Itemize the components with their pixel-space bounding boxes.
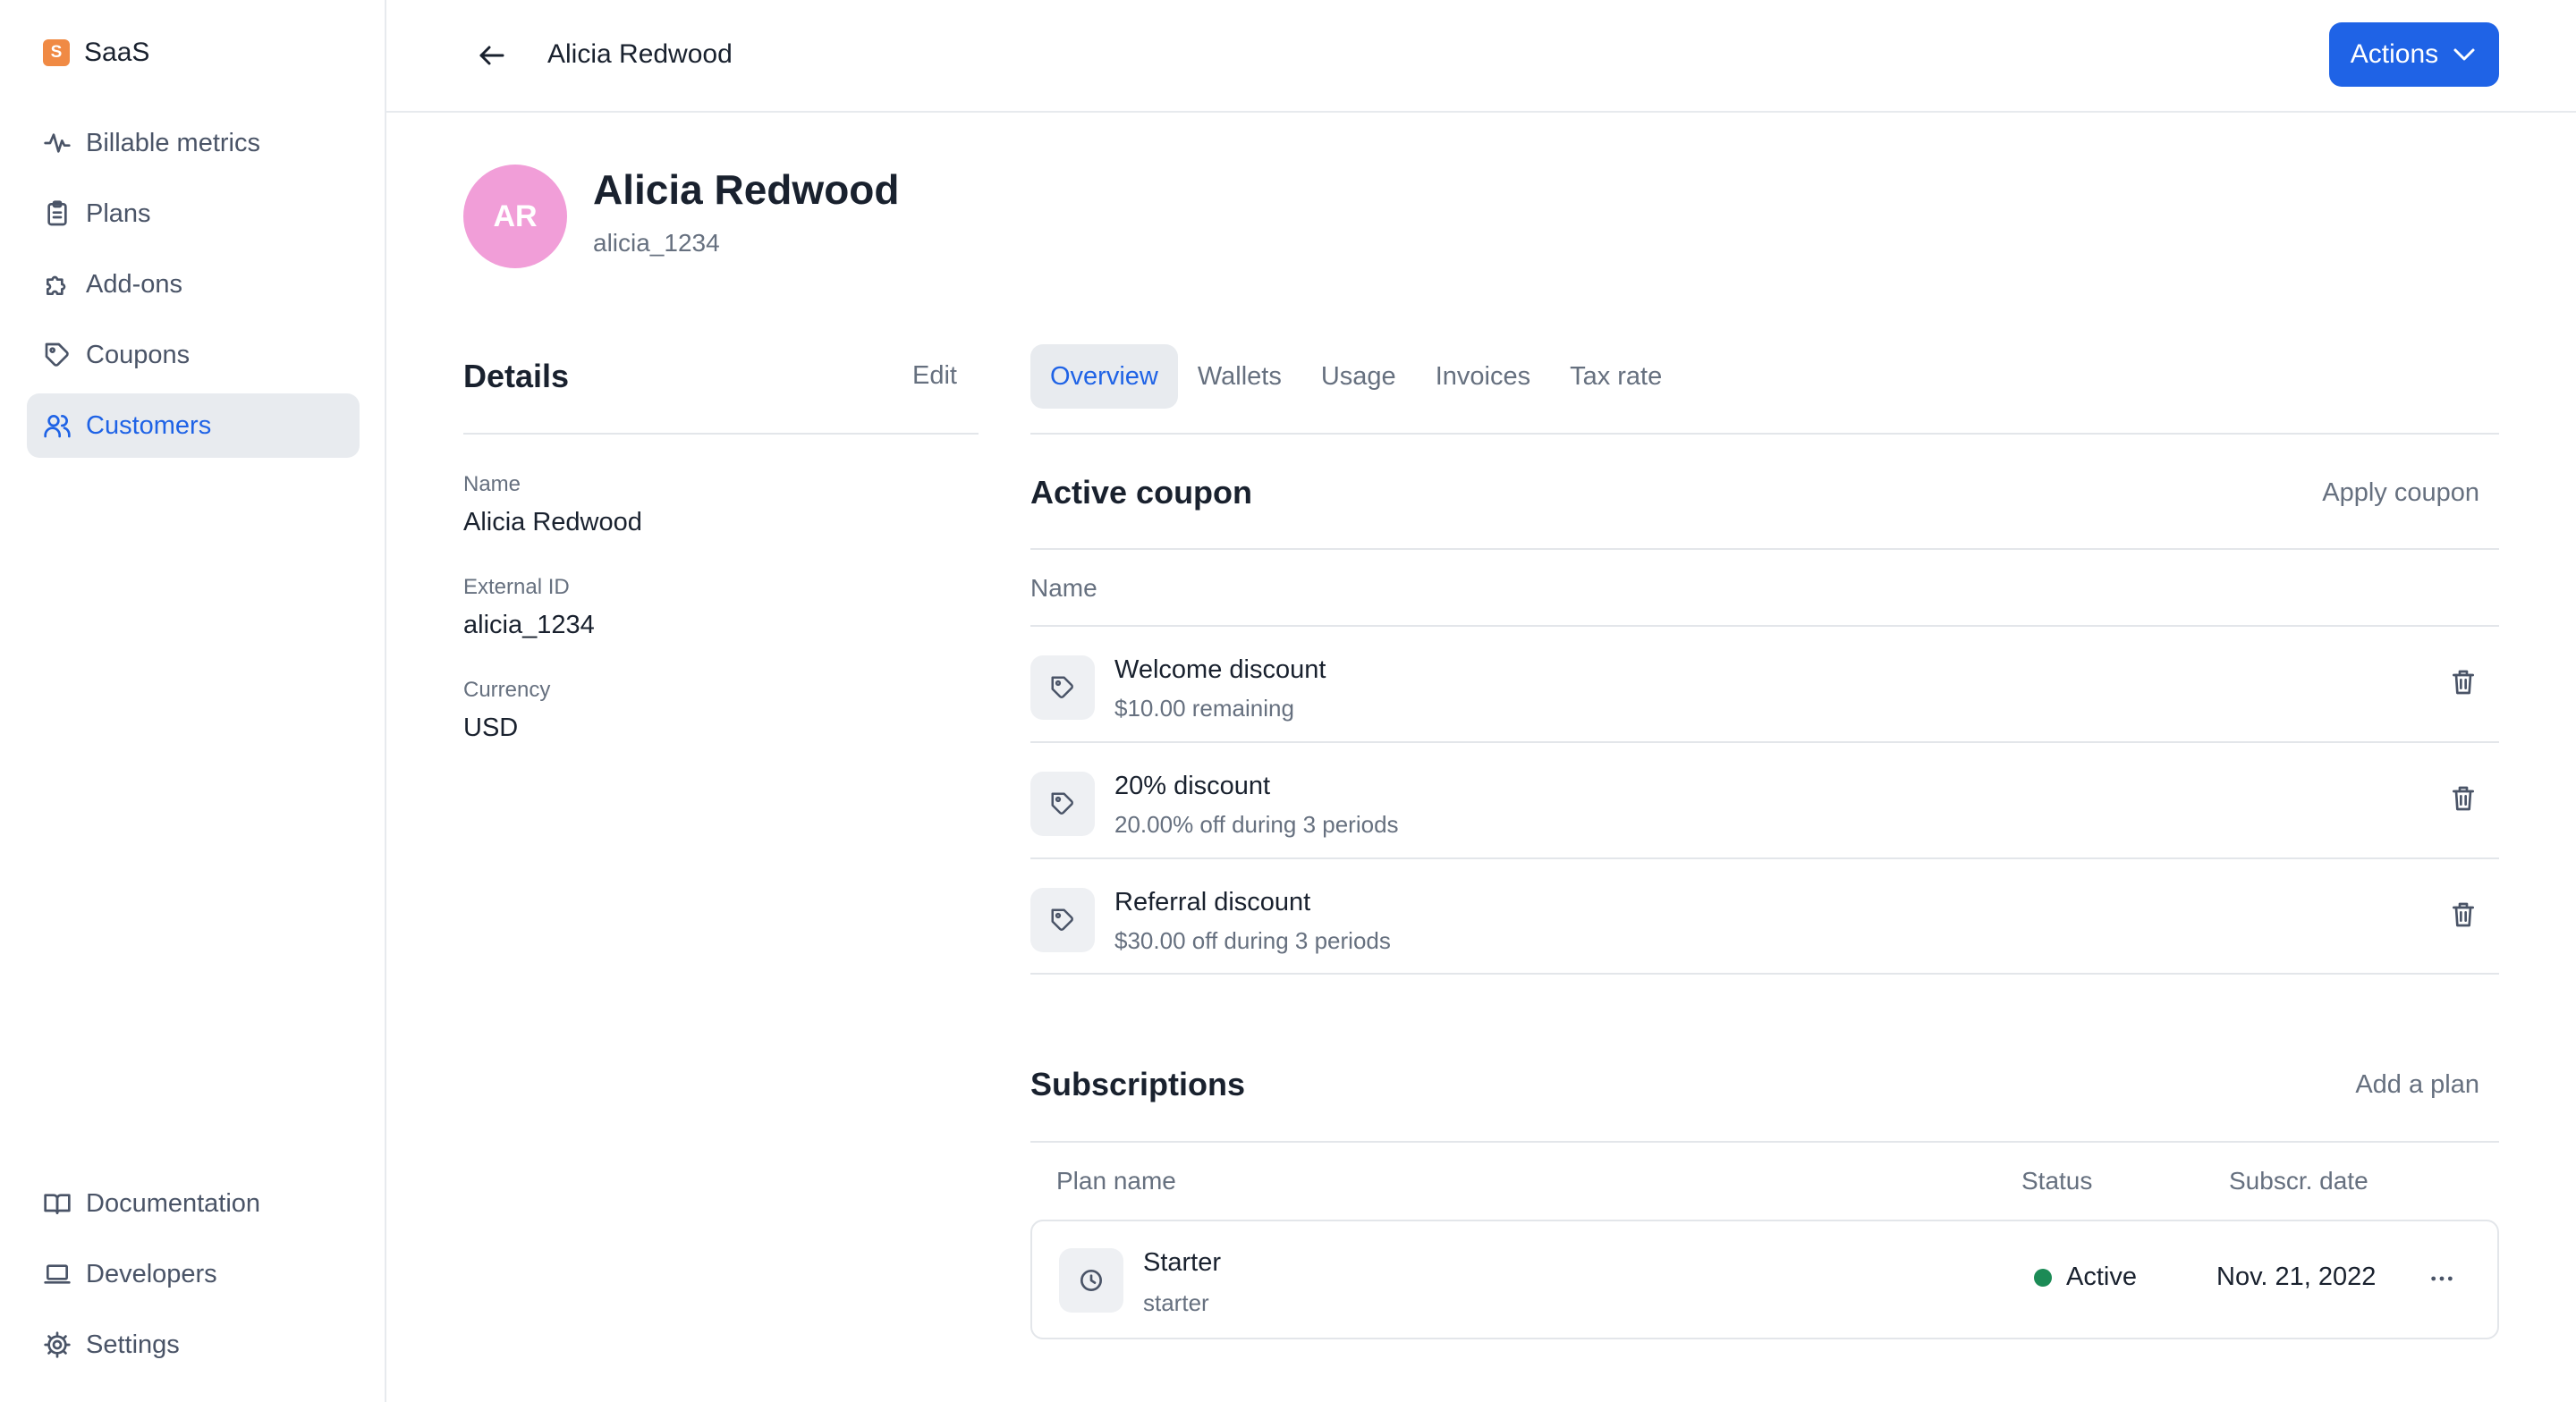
- tab-tax-rate[interactable]: Tax rate: [1570, 344, 1662, 409]
- subscription-row[interactable]: Starter starter Active Nov. 21, 2022: [1030, 1220, 2499, 1339]
- coupon-row: Referral discount $30.00 off during 3 pe…: [1030, 859, 2499, 974]
- ellipsis-icon: [2431, 1276, 2453, 1281]
- subscriptions-title: Subscriptions: [1030, 1066, 1246, 1102]
- topbar-title: Alicia Redwood: [547, 39, 733, 69]
- field-label-name: Name: [463, 472, 521, 496]
- chevron-down-icon: [2453, 48, 2475, 61]
- add-plan-button[interactable]: Add a plan: [2355, 1070, 2479, 1100]
- divider: [463, 433, 979, 435]
- trash-icon: [2453, 786, 2474, 811]
- tag-icon: [45, 342, 69, 367]
- trash-icon: [2453, 670, 2474, 695]
- coupon-name: 20% discount: [1114, 772, 1271, 800]
- coupon-row: Welcome discount $10.00 remaining: [1030, 627, 2499, 741]
- sidebar-item-plans[interactable]: Plans: [27, 182, 360, 246]
- arrow-left-icon: [479, 46, 504, 65]
- edit-button[interactable]: Edit: [912, 361, 957, 391]
- more-options-button[interactable]: [2424, 1261, 2460, 1296]
- sidebar-item-label: Plans: [86, 198, 151, 228]
- actions-label: Actions: [2350, 39, 2439, 69]
- sidebar-item-label: Developers: [86, 1259, 217, 1288]
- details-title: Details: [463, 358, 570, 394]
- sidebar-item-add-ons[interactable]: Add-ons: [27, 252, 360, 317]
- tag-icon: [1051, 676, 1073, 698]
- status-text: Active: [2066, 1263, 2137, 1291]
- book-icon: [44, 1194, 71, 1214]
- sidebar-nav: Billable metrics Plans Add-ons Coupons C…: [27, 111, 360, 464]
- trash-icon: [2453, 902, 2474, 927]
- coupon-icon-box: [1030, 772, 1095, 836]
- divider: [1030, 1141, 2499, 1143]
- brand[interactable]: S SaaS: [43, 38, 149, 68]
- subscription-icon-box: [1059, 1248, 1123, 1313]
- field-label-currency: Currency: [463, 678, 551, 702]
- subscription-date: Nov. 21, 2022: [2216, 1263, 2377, 1291]
- gear-icon: [44, 1331, 71, 1358]
- clipboard-icon: [47, 200, 67, 226]
- divider: [1030, 433, 2499, 435]
- delete-coupon-button[interactable]: [2449, 900, 2481, 933]
- sidebar-item-label: Documentation: [86, 1188, 261, 1218]
- actions-button[interactable]: Actions: [2329, 22, 2499, 87]
- laptop-icon: [44, 1264, 71, 1284]
- sidebar-item-label: Customers: [86, 410, 212, 440]
- pulse-icon: [44, 133, 71, 153]
- sidebar-item-documentation[interactable]: Documentation: [27, 1171, 360, 1236]
- coupon-row: 20% discount 20.00% off during 3 periods: [1030, 743, 2499, 857]
- sidebar-bottom-nav: Documentation Developers Settings: [27, 1171, 360, 1383]
- field-label-external-id: External ID: [463, 575, 570, 599]
- coupon-description: 20.00% off during 3 periods: [1114, 811, 1399, 838]
- sidebar: S SaaS Billable metrics Plans Add-ons Co…: [0, 0, 386, 1402]
- coupon-description: $30.00 off during 3 periods: [1114, 927, 1391, 954]
- page-title: Alicia Redwood: [593, 166, 900, 213]
- sidebar-item-label: Add-ons: [86, 269, 183, 299]
- tab-invoices[interactable]: Invoices: [1436, 344, 1530, 409]
- column-header-status: Status: [2021, 1167, 2093, 1195]
- divider: [1030, 973, 2499, 975]
- brand-name: SaaS: [84, 38, 150, 67]
- sidebar-item-settings[interactable]: Settings: [27, 1313, 360, 1377]
- sidebar-item-label: Billable metrics: [86, 128, 260, 157]
- status-badge: Active: [2034, 1263, 2137, 1292]
- coupon-name: Referral discount: [1114, 888, 1311, 916]
- field-value-external-id: alicia_1234: [463, 611, 595, 639]
- avatar: AR: [463, 165, 567, 268]
- column-header-plan-name: Plan name: [1056, 1167, 1176, 1195]
- tab-wallets[interactable]: Wallets: [1198, 344, 1282, 409]
- status-dot: [2034, 1268, 2052, 1287]
- topbar: Alicia Redwood Actions: [386, 0, 2576, 113]
- coupon-name: Welcome discount: [1114, 655, 1326, 684]
- active-coupon-title: Active coupon: [1030, 474, 1253, 511]
- field-value-currency: USD: [463, 714, 519, 742]
- coupon-description: $10.00 remaining: [1114, 695, 1294, 722]
- delete-coupon-button[interactable]: [2449, 784, 2481, 816]
- plan-name: Starter: [1143, 1248, 1222, 1277]
- tab-usage[interactable]: Usage: [1321, 344, 1396, 409]
- sidebar-item-developers[interactable]: Developers: [27, 1242, 360, 1306]
- delete-coupon-button[interactable]: [2449, 668, 2481, 700]
- divider: [1030, 548, 2499, 550]
- sidebar-item-label: Settings: [86, 1330, 180, 1359]
- sidebar-item-coupons[interactable]: Coupons: [27, 323, 360, 387]
- plan-code: starter: [1143, 1289, 1209, 1316]
- tab-bar: Overview Wallets Usage Invoices Tax rate: [1030, 344, 1682, 409]
- coupon-icon-box: [1030, 888, 1095, 952]
- back-button[interactable]: [472, 36, 512, 75]
- coupon-icon-box: [1030, 655, 1095, 720]
- clock-icon: [1080, 1270, 1102, 1291]
- column-header-name: Name: [1030, 574, 1097, 602]
- field-value-name: Alicia Redwood: [463, 508, 642, 536]
- sidebar-item-label: Coupons: [86, 340, 191, 369]
- sidebar-item-customers[interactable]: Customers: [27, 393, 360, 458]
- column-header-subscr-date: Subscr. date: [2229, 1167, 2368, 1195]
- tag-icon: [1051, 908, 1073, 931]
- apply-coupon-button[interactable]: Apply coupon: [2322, 478, 2479, 508]
- sidebar-item-billable-metrics[interactable]: Billable metrics: [27, 111, 360, 175]
- brand-logo: S: [43, 39, 70, 66]
- tab-overview[interactable]: Overview: [1030, 344, 1178, 409]
- puzzle-icon: [47, 275, 66, 295]
- tag-icon: [1051, 792, 1073, 815]
- users-icon: [44, 415, 71, 438]
- customer-external-id: alicia_1234: [593, 229, 720, 257]
